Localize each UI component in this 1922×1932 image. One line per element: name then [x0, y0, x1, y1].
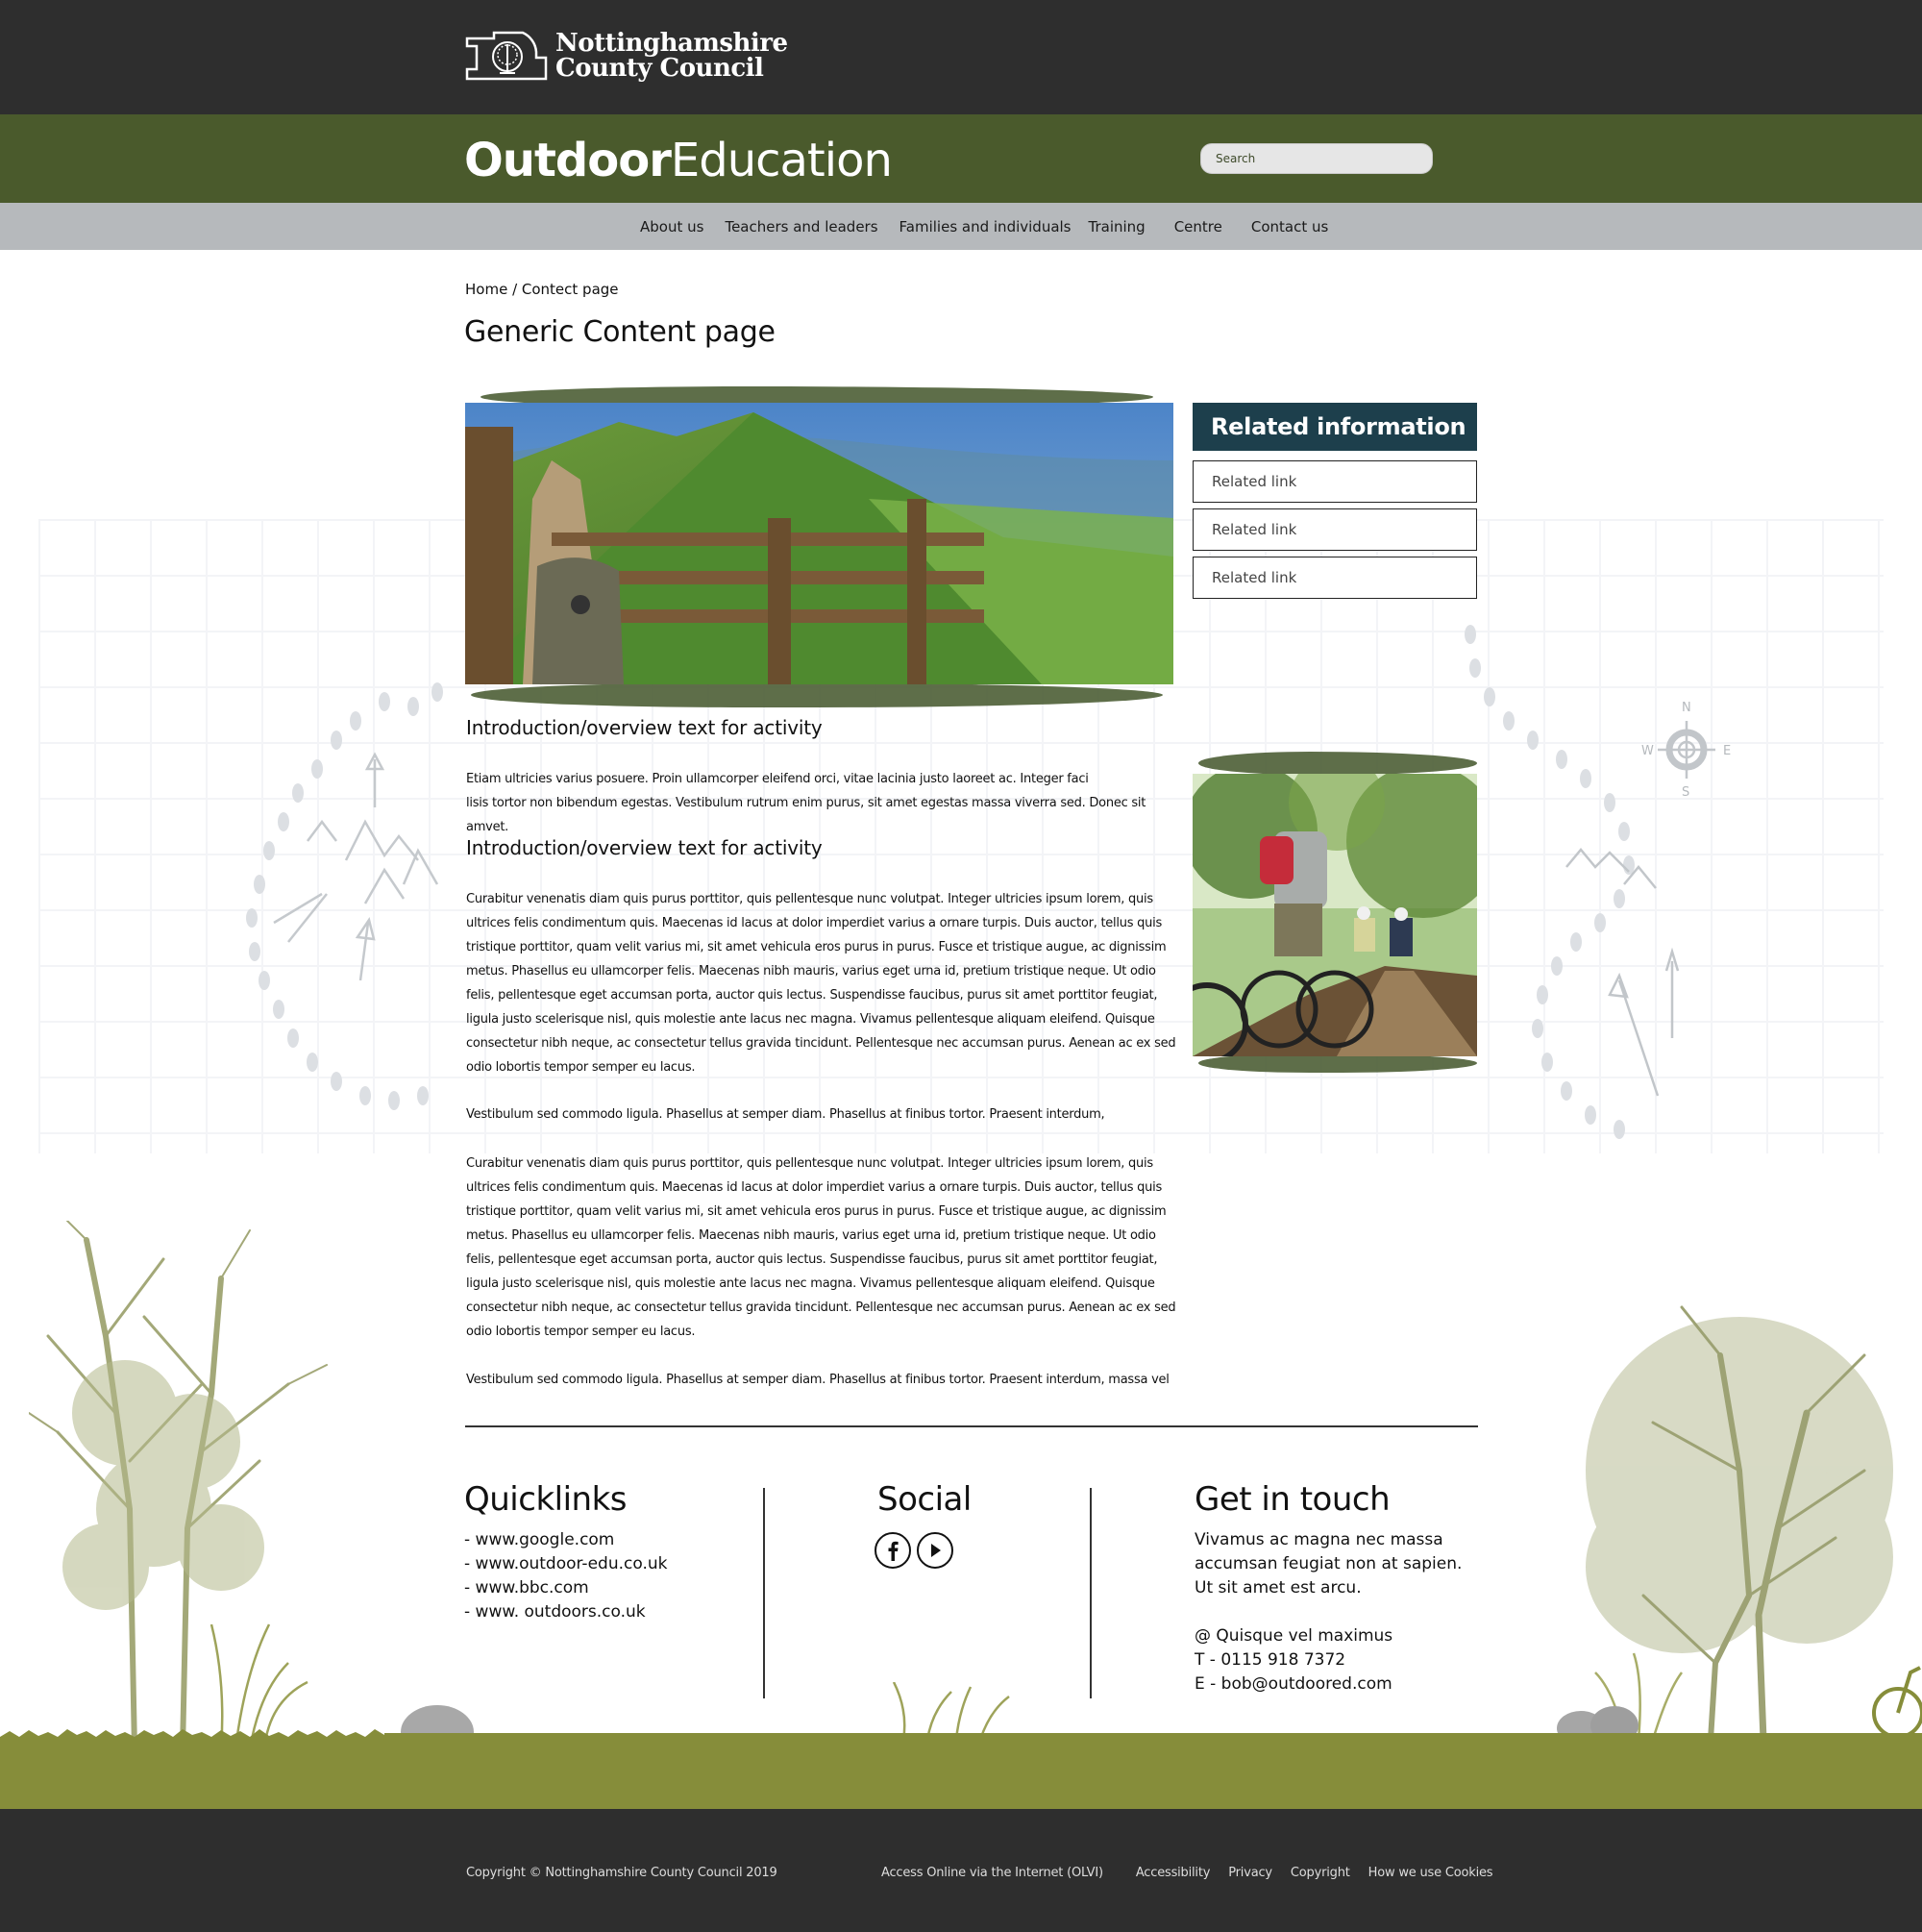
- side-image: [1193, 774, 1477, 1056]
- hero-image: [465, 403, 1173, 684]
- svg-text:S: S: [1682, 785, 1689, 800]
- article-paragraph-4: Vestibulum sed commodo ligula. Phasellus…: [466, 1373, 1170, 1387]
- grass-strip: [0, 1729, 1922, 1809]
- quicklink-item: - www.outdoor-edu.co.uk: [464, 1552, 667, 1576]
- social-heading: Social: [877, 1480, 972, 1519]
- brush-stroke-top: [1198, 752, 1477, 775]
- related-information-heading: Related information: [1193, 403, 1477, 451]
- brush-stroke-bottom: [1198, 1053, 1477, 1073]
- council-emblem-icon: [465, 31, 548, 81]
- contact-phone[interactable]: T - 0115 918 7372: [1195, 1648, 1473, 1672]
- article-paragraph-3: Curabitur venenatis diam quis purus port…: [466, 1156, 1176, 1339]
- article-intro-line2: lisis tortor non bibendum egestas. Vesti…: [466, 796, 1146, 834]
- footer-quicklinks: Quicklinks - www.google.com - www.outdoo…: [464, 1478, 667, 1624]
- related-link-3[interactable]: Related link: [1193, 557, 1477, 599]
- related-information: Related information Related link Related…: [1193, 403, 1477, 599]
- footer-column-separator: [763, 1488, 765, 1698]
- contact-address: @ Quisque vel maximus: [1195, 1626, 1393, 1646]
- article-heading-1: Introduction/overview text for activity: [466, 716, 823, 739]
- quicklink-google[interactable]: - www.google.com: [464, 1530, 614, 1549]
- article-intro: Etiam ultricies varius posuere. Proin ul…: [466, 767, 1177, 839]
- quicklink-outdoors[interactable]: - www. outdoors.co.uk: [464, 1602, 646, 1622]
- nav-item-teachers-and-leaders[interactable]: Teachers and leaders: [725, 218, 877, 235]
- article-paragraph-2: Vestibulum sed commodo ligula. Phasellus…: [466, 1107, 1105, 1122]
- nav-item-about-us[interactable]: About us: [640, 218, 703, 235]
- page-title: Generic Content page: [464, 315, 776, 349]
- nav-item-contact-us[interactable]: Contact us: [1251, 218, 1328, 235]
- brush-stroke-bottom: [471, 682, 1163, 707]
- bottom-links: Access Online via the Internet (OLVI) Ac…: [881, 1866, 1511, 1880]
- bottom-link-cookies[interactable]: How we use Cookies: [1368, 1866, 1493, 1880]
- footer-get-in-touch: Get in touch Vivamus ac magna nec massa …: [1195, 1478, 1473, 1697]
- grass-edge-icon: [0, 1729, 1922, 1746]
- contact-email[interactable]: E - bob@outdoored.com: [1195, 1672, 1473, 1697]
- tree-right-illustration-icon: [1557, 1305, 1922, 1740]
- tree-left-illustration-icon: [29, 1221, 328, 1749]
- site-title-bold: Outdoor: [464, 134, 672, 187]
- breadcrumb: Home / Contect page: [465, 281, 619, 298]
- footprints-compass-sketch-icon: N W E S: [1465, 625, 1731, 1139]
- forest-cyclists-photo: [1193, 774, 1477, 1056]
- quicklink-bbc[interactable]: - www.bbc.com: [464, 1578, 589, 1598]
- article-intro-line1: Etiam ultricies varius posuere. Proin ul…: [466, 772, 1089, 786]
- bottom-link-olvi[interactable]: Access Online via the Internet (OLVI): [881, 1866, 1103, 1880]
- related-link-2[interactable]: Related link: [1193, 508, 1477, 551]
- footer-column-separator: [1090, 1488, 1092, 1698]
- contact-details: @ Quisque vel maximus T - 0115 918 7372 …: [1195, 1624, 1473, 1697]
- nav-item-families-and-individuals[interactable]: Families and individuals: [899, 218, 1072, 235]
- search-box: [1200, 143, 1433, 174]
- bottom-link-copyright[interactable]: Copyright: [1291, 1866, 1350, 1880]
- get-in-touch-heading: Get in touch: [1195, 1480, 1391, 1519]
- council-name-line2: County Council: [555, 54, 764, 83]
- copyright-text: Copyright © Nottinghamshire County Counc…: [466, 1866, 777, 1880]
- nav-item-centre[interactable]: Centre: [1174, 218, 1222, 235]
- site-title[interactable]: OutdoorEducation: [464, 134, 893, 187]
- footprints-mountains-sketch-icon: [246, 682, 443, 1110]
- nav-list: About us Teachers and leaders Families a…: [640, 203, 1328, 250]
- footer-social: Social: [875, 1478, 972, 1569]
- article-paragraph-1: Curabitur venenatis diam quis purus port…: [466, 892, 1176, 1075]
- side-image-frame: [1184, 740, 1490, 1086]
- council-logo[interactable]: Nottinghamshire County Council: [465, 31, 788, 81]
- related-link-1[interactable]: Related link: [1193, 460, 1477, 503]
- quicklink-outdoor-edu[interactable]: - www.outdoor-edu.co.uk: [464, 1554, 667, 1573]
- youtube-play-icon[interactable]: [917, 1532, 953, 1569]
- bottom-link-privacy[interactable]: Privacy: [1228, 1866, 1272, 1880]
- search-input[interactable]: [1201, 144, 1432, 173]
- quicklink-item: - www. outdoors.co.uk: [464, 1600, 667, 1624]
- council-name-line1: Nottinghamshire: [555, 29, 788, 58]
- article-heading-2: Introduction/overview text for activity: [466, 836, 823, 859]
- svg-text:E: E: [1723, 744, 1731, 758]
- facebook-icon[interactable]: [875, 1532, 911, 1569]
- bottom-link-accessibility[interactable]: Accessibility: [1136, 1866, 1211, 1880]
- breadcrumb-separator: /: [507, 281, 522, 298]
- quicklinks-heading: Quicklinks: [464, 1480, 627, 1519]
- svg-text:W: W: [1641, 744, 1654, 758]
- svg-text:N: N: [1682, 701, 1691, 715]
- breadcrumb-home[interactable]: Home: [465, 281, 507, 298]
- main-nav: About us Teachers and leaders Families a…: [0, 203, 1922, 250]
- footer-divider: [465, 1425, 1478, 1427]
- brand-bar: OutdoorEducation: [0, 114, 1922, 203]
- get-in-touch-text: Vivamus ac magna nec massa accumsan feug…: [1195, 1530, 1463, 1598]
- site-title-light: Education: [670, 134, 893, 187]
- hero-image-frame: [442, 365, 1182, 721]
- council-name: Nottinghamshire County Council: [555, 31, 788, 81]
- social-icons: [875, 1532, 972, 1569]
- breadcrumb-current: Contect page: [521, 281, 619, 298]
- quicklinks-list: - www.google.com - www.outdoor-edu.co.uk…: [464, 1528, 667, 1624]
- council-header: Nottinghamshire County Council: [0, 0, 1922, 114]
- hill-path-stile-photo: [465, 403, 1173, 684]
- nav-item-training[interactable]: Training: [1089, 218, 1146, 235]
- quicklink-item: - www.google.com: [464, 1528, 667, 1552]
- quicklink-item: - www.bbc.com: [464, 1576, 667, 1600]
